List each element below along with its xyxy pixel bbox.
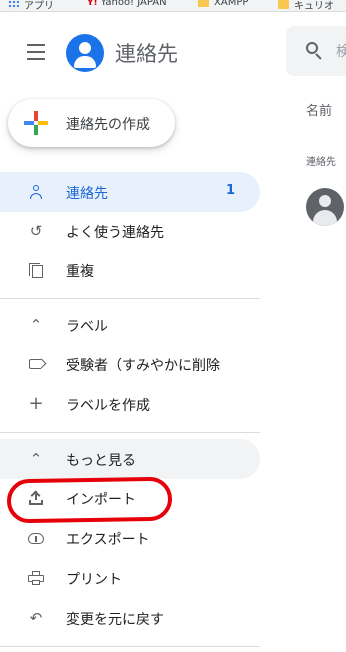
bookmark-label: XAMPP <box>214 0 249 8</box>
sidebar-item-label: 連絡先 <box>66 186 108 202</box>
bookmark-apps[interactable]: アプリ <box>8 0 54 12</box>
print-icon <box>27 570 45 586</box>
divider <box>0 432 260 433</box>
search-placeholder: 検 <box>336 44 346 60</box>
bookmark-xampp[interactable]: XAMPP <box>198 0 248 8</box>
hamburger-icon <box>27 44 45 46</box>
bookmark-yahoo[interactable]: Y! Yahoo! JAPAN <box>87 0 167 8</box>
divider <box>0 646 260 647</box>
avatar[interactable] <box>306 188 344 226</box>
create-contact-button[interactable]: 連絡先の作成 <box>8 99 175 147</box>
sidebar-item-label: よく使う連絡先 <box>66 225 164 241</box>
sidebar-item-create-label[interactable]: + ラベルを作成 <box>0 384 260 424</box>
duplicate-icon <box>27 262 45 278</box>
search-input[interactable]: 検 <box>286 26 346 76</box>
sidebar-item-label-examinees[interactable]: 受験者（すみやかに削除 <box>0 344 260 384</box>
sidebar-item-more[interactable]: ⌃ もっと見る <box>0 439 260 479</box>
bookmark-label: アプリ <box>24 1 54 12</box>
sidebar-item-print[interactable]: プリント <box>0 558 260 598</box>
label-icon <box>27 356 47 372</box>
chevron-up-icon: ⌃ <box>29 450 43 468</box>
annotation-circle <box>6 476 173 524</box>
divider <box>0 298 260 299</box>
sidebar-item-label: 受験者（すみやかに削除 <box>66 358 220 374</box>
folder-icon <box>278 0 289 9</box>
search-icon <box>306 42 324 60</box>
section-header-contacts: 連絡先 <box>306 157 336 168</box>
folder-icon <box>198 0 209 7</box>
undo-icon: ↶ <box>29 609 43 627</box>
sidebar-item-label: エクスポート <box>66 532 150 548</box>
sidebar-item-undo[interactable]: ↶ 変更を元に戻す <box>0 598 260 638</box>
history-icon: ↺ <box>29 222 43 240</box>
bookmark-kyurio[interactable]: キュリオ <box>278 0 334 12</box>
bookmark-label: キュリオ <box>294 1 334 12</box>
sidebar-item-frequent[interactable]: ↺ よく使う連絡先 <box>0 211 260 251</box>
bookmark-label: Yahoo! JAPAN <box>100 0 167 8</box>
sidebar-item-export[interactable]: エクスポート <box>0 518 260 558</box>
sidebar-item-contacts[interactable]: 連絡先 1 <box>0 172 260 212</box>
sidebar-item-label: 重複 <box>66 264 94 280</box>
create-contact-label: 連絡先の作成 <box>66 117 150 133</box>
bookmarks-bar: アプリ Y! Yahoo! JAPAN XAMPP キュリオ <box>0 0 346 12</box>
sidebar-item-labels-toggle[interactable]: ⌃ ラベル <box>0 305 260 345</box>
app-title: 連絡先 <box>115 42 178 66</box>
cloud-download-icon <box>27 530 45 546</box>
main-menu-button[interactable] <box>24 44 48 62</box>
sidebar-item-label: もっと見る <box>66 453 136 469</box>
plus-icon: + <box>28 393 44 414</box>
chevron-up-icon: ⌃ <box>29 316 43 334</box>
sidebar-item-label: ラベル <box>66 319 108 335</box>
person-icon <box>27 184 45 200</box>
contacts-count: 1 <box>225 183 235 198</box>
apps-grid-icon <box>8 0 19 9</box>
sidebar-item-label: ラベルを作成 <box>66 398 150 414</box>
sidebar-item-label: プリント <box>66 572 122 588</box>
plus-icon <box>24 111 48 135</box>
column-header-name[interactable]: 名前 <box>306 100 332 119</box>
sidebar-item-duplicates[interactable]: 重複 <box>0 250 260 290</box>
sidebar-item-label: 変更を元に戻す <box>66 612 164 628</box>
yahoo-logo-icon: Y! <box>87 0 98 8</box>
contacts-logo <box>66 34 104 72</box>
